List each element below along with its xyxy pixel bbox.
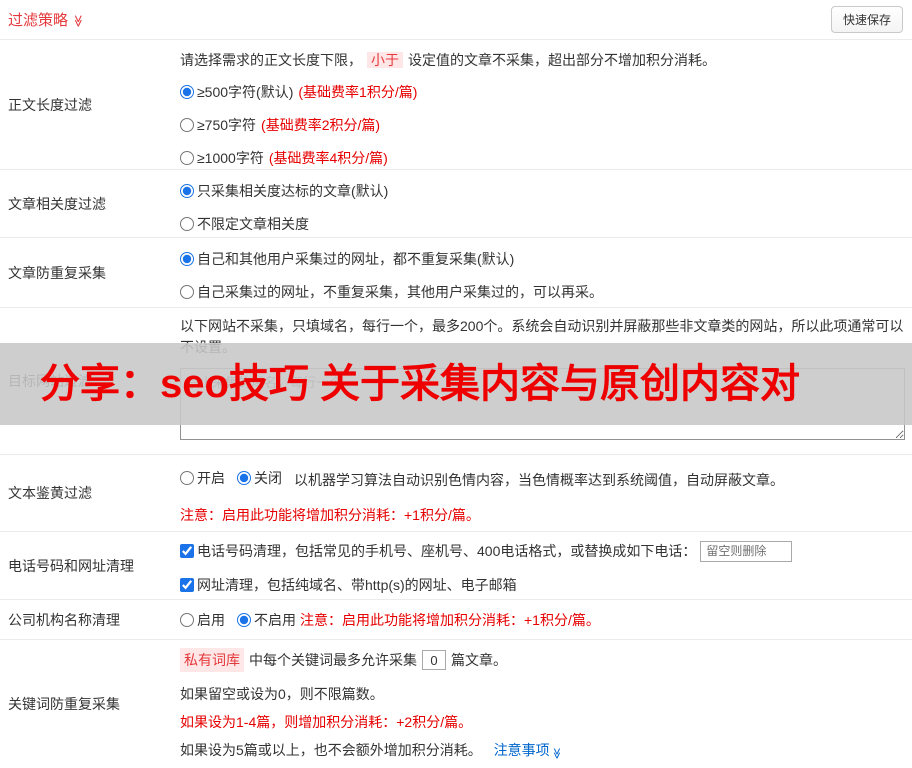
page-header: 过滤策略 ≫ 快速保存 (0, 0, 912, 40)
double-chevron-down-icon: ≫ (71, 14, 86, 27)
radio-porn-off[interactable] (237, 471, 251, 485)
radio-relevance-any-label: 不限定文章相关度 (197, 216, 309, 232)
radio-porn-off-label: 关闭 (254, 470, 282, 486)
intro-pre: 请选择需求的正文长度下限， (180, 52, 362, 68)
section-label-keyword-dedup: 关键词防重复采集 (8, 696, 120, 712)
company-cleanup-cost-note: 注意：启用此功能将增加积分消耗：+1积分/篇。 (300, 611, 600, 628)
radio-option-relevance-any[interactable]: 不限定文章相关度 (180, 214, 908, 234)
keyword-note-unlimited: 如果留空或设为0，则不限篇数。 (180, 686, 384, 702)
intro-highlight-less-than: 小于 (367, 52, 403, 68)
row-dedup-collection: 文章防重复采集 自己和其他用户采集过的网址，都不重复采集(默认) 自己采集过的网… (0, 238, 912, 308)
content-length-intro: 请选择需求的正文长度下限， 小于 设定值的文章不采集，超出部分不增加积分消耗。 (180, 50, 908, 70)
ad-overlay-text: 分享：seo技巧 关于采集内容与原创内容对 (40, 362, 801, 406)
page-title[interactable]: 过滤策略 ≫ (8, 9, 85, 30)
radio-company-disable-label: 不启用 (254, 611, 296, 628)
notes-link-text: 注意事项 (493, 742, 550, 758)
porn-filter-cost-note: 注意：启用此功能将增加积分消耗：+1积分/篇。 (180, 507, 480, 523)
radio-1000-chars[interactable] (180, 151, 194, 165)
section-label-dedup: 文章防重复采集 (8, 264, 106, 281)
radio-company-enable-label: 启用 (197, 611, 225, 628)
section-label-porn-filter: 文本鉴黄过滤 (8, 485, 92, 501)
url-cleanup-checkbox[interactable] (180, 578, 194, 592)
radio-option-relevance-only[interactable]: 只采集相关度达标的文章(默认) (180, 181, 908, 201)
page-title-text: 过滤策略 (8, 12, 69, 29)
radio-750-chars[interactable] (180, 118, 194, 132)
radio-500-chars-label: ≥500字符(默认) (197, 84, 294, 100)
radio-option-porn-on[interactable]: 开启 (180, 468, 225, 488)
radio-dedup-self-only[interactable] (180, 285, 194, 299)
radio-dedup-self-only-label: 自己采集过的网址，不重复采集，其他用户采集过的，可以再采。 (197, 284, 603, 300)
radio-option-porn-off[interactable]: 关闭 (237, 468, 282, 488)
phone-cleanup-label: 电话号码清理，包括常见的手机号、座机号、400电话格式，或替换成如下电话： (197, 543, 697, 559)
row-keyword-dedup: 关键词防重复采集 私有词库 中每个关键词最多允许采集 篇文章。 如果留空或设为0… (0, 640, 912, 768)
fee-500-chars: (基础费率1积分/篇) (298, 84, 418, 100)
filter-strategy-page: 过滤策略 ≫ 快速保存 正文长度过滤 请选择需求的正文长度下限， 小于 设定值的文章… (0, 0, 912, 768)
radio-relevance-only-label: 只采集相关度达标的文章(默认) (197, 183, 389, 199)
radio-option-1000-chars[interactable]: ≥1000字符 (基础费率4积分/篇) (180, 148, 908, 168)
radio-porn-on[interactable] (180, 471, 194, 485)
row-porn-filter: 文本鉴黄过滤 开启 关闭 以机器学习算法自动识别色情内容，当色情概率达到系统阈值… (0, 455, 912, 532)
radio-company-enable[interactable] (180, 612, 194, 627)
radio-relevance-any[interactable] (180, 217, 194, 231)
url-cleanup-line: 网址清理，包括纯域名、带http(s)的网址、电子邮箱 (180, 573, 908, 597)
intro-post: 设定值的文章不采集，超出部分不增加积分消耗。 (408, 52, 716, 68)
keyword-note-five-plus: 如果设为5篇或以上，也不会额外增加积分消耗。 注意事项≫ (180, 740, 908, 760)
keyword-limit-text: 中每个关键词最多允许采集 (249, 652, 417, 668)
phone-cleanup-line: 电话号码清理，包括常见的手机号、座机号、400电话格式，或替换成如下电话： (180, 539, 908, 563)
phone-cleanup-checkbox[interactable] (180, 544, 194, 558)
porn-filter-controls: 开启 关闭 以机器学习算法自动识别色情内容，当色情概率达到系统阈值，自动屏蔽文章… (180, 468, 908, 490)
row-phone-url-cleanup: 电话号码和网址清理 电话号码清理，包括常见的手机号、座机号、400电话格式，或替… (0, 532, 912, 600)
keyword-limit-input[interactable] (422, 650, 446, 670)
notes-link[interactable]: 注意事项≫ (493, 742, 562, 760)
section-label-phone-url: 电话号码和网址清理 (8, 557, 134, 574)
radio-750-chars-label: ≥750字符 (197, 117, 257, 133)
radio-option-750-chars[interactable]: ≥750字符 (基础费率2积分/篇) (180, 115, 908, 135)
radio-option-dedup-all-users[interactable]: 自己和其他用户采集过的网址，都不重复采集(默认) (180, 249, 908, 269)
keyword-five-plus-text: 如果设为5篇或以上，也不会额外增加积分消耗。 (180, 742, 482, 758)
radio-500-chars[interactable] (180, 85, 194, 99)
fee-1000-chars: (基础费率4积分/篇) (268, 150, 388, 166)
ad-overlay-banner[interactable]: 分享：seo技巧 关于采集内容与原创内容对 (0, 343, 912, 425)
radio-option-company-enable[interactable]: 启用 (180, 610, 225, 630)
radio-company-disable[interactable] (237, 612, 251, 627)
keyword-limit-suffix: 篇文章。 (451, 652, 507, 668)
row-content-length-filter: 正文长度过滤 请选择需求的正文长度下限， 小于 设定值的文章不采集，超出部分不增加积… (0, 40, 912, 170)
radio-relevance-only[interactable] (180, 184, 194, 198)
radio-1000-chars-label: ≥1000字符 (197, 150, 264, 166)
quick-save-button[interactable]: 快速保存 (830, 6, 903, 33)
url-cleanup-label: 网址清理，包括纯域名、带http(s)的网址、电子邮箱 (197, 577, 517, 593)
private-lexicon-highlight: 私有词库 (180, 648, 244, 672)
porn-filter-description: 以机器学习算法自动识别色情内容，当色情概率达到系统阈值，自动屏蔽文章。 (294, 472, 784, 488)
section-label-content-length: 正文长度过滤 (8, 96, 92, 113)
radio-dedup-all-users-label: 自己和其他用户采集过的网址，都不重复采集(默认) (197, 251, 515, 267)
keyword-limit-line: 私有词库 中每个关键词最多允许采集 篇文章。 (180, 648, 908, 672)
link-double-chevron-down-icon: ≫ (549, 747, 562, 760)
fee-750-chars: (基础费率2积分/篇) (261, 117, 381, 133)
radio-porn-on-label: 开启 (197, 470, 225, 486)
section-label-company-name: 公司机构名称清理 (8, 611, 120, 628)
radio-option-dedup-self-only[interactable]: 自己采集过的网址，不重复采集，其他用户采集过的，可以再采。 (180, 282, 908, 302)
replacement-phone-input[interactable] (700, 540, 793, 562)
radio-option-500-chars[interactable]: ≥500字符(默认) (基础费率1积分/篇) (180, 82, 908, 102)
radio-dedup-all-users[interactable] (180, 252, 194, 266)
radio-option-company-disable[interactable]: 不启用 (237, 610, 296, 630)
row-company-name-cleanup: 公司机构名称清理 启用 不启用 注意：启用此功能将增加积分消耗：+1积分/篇。 (0, 600, 912, 640)
row-relevance-filter: 文章相关度过滤 只采集相关度达标的文章(默认) 不限定文章相关度 (0, 170, 912, 238)
keyword-note-cost: 如果设为1-4篇，则增加积分消耗：+2积分/篇。 (180, 714, 473, 730)
section-label-relevance: 文章相关度过滤 (8, 195, 106, 212)
